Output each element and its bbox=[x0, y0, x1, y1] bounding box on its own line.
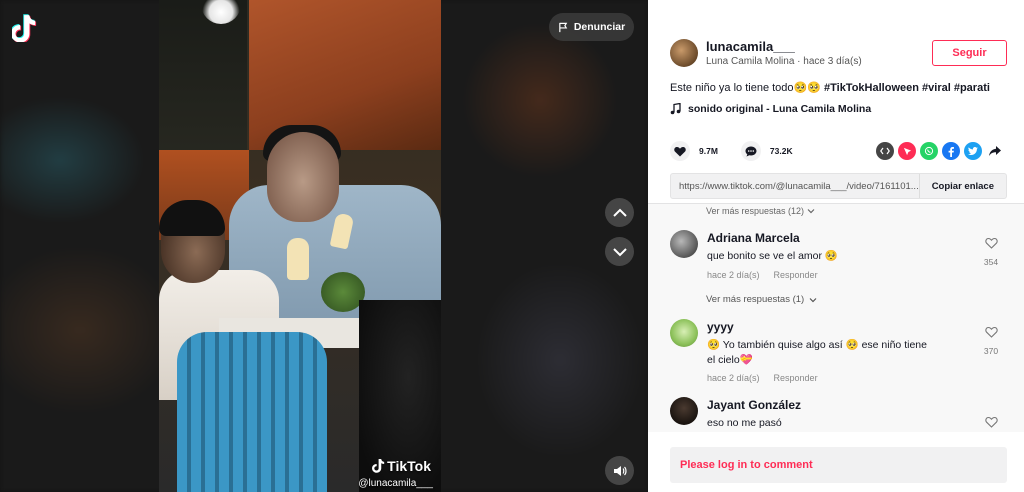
reply-button[interactable]: Responder bbox=[774, 373, 818, 383]
commenter-avatar[interactable] bbox=[670, 397, 698, 425]
more-replies-link[interactable]: Ver más respuestas (12) bbox=[706, 206, 815, 216]
comment-like-count: 370 bbox=[983, 346, 999, 356]
volume-button[interactable] bbox=[605, 456, 634, 485]
comment-item: yyyy 🥺 Yo también quise algo así 🥺 ese n… bbox=[670, 319, 1010, 389]
commenter-name[interactable]: Adriana Marcela bbox=[707, 231, 800, 245]
report-button-label: Denunciar bbox=[573, 21, 626, 33]
comment-item: Adriana Marcela que bonito se ve el amor… bbox=[670, 230, 1010, 290]
comment-date: hace 2 día(s) bbox=[707, 270, 760, 280]
commenter-avatar[interactable] bbox=[670, 319, 698, 347]
flag-icon bbox=[559, 22, 568, 32]
commenter-avatar[interactable] bbox=[670, 230, 698, 258]
commenter-name[interactable]: yyyy bbox=[707, 320, 734, 334]
facebook-icon[interactable] bbox=[942, 142, 960, 160]
video-caption: Este niño ya lo tiene todo🥺🥺 #TikTokHall… bbox=[670, 81, 990, 94]
video-watermark: TikTok bbox=[372, 458, 431, 474]
commenter-name[interactable]: Jayant González bbox=[707, 398, 801, 412]
post-date: hace 3 día(s) bbox=[803, 56, 862, 67]
hashtag-link[interactable]: #parati bbox=[954, 82, 990, 94]
heart-outline-icon bbox=[984, 326, 998, 338]
comment-bubble-icon bbox=[745, 146, 757, 156]
author-info[interactable]: lunacamila___ Luna Camila Molina · hace … bbox=[670, 39, 862, 67]
tiktok-watermark-icon bbox=[372, 459, 385, 473]
comment-text: que bonito se ve el amor 🥺 bbox=[707, 250, 838, 262]
speaker-icon bbox=[613, 465, 627, 476]
heart-outline-icon bbox=[984, 416, 998, 428]
login-to-comment-prompt[interactable]: Please log in to comment bbox=[670, 447, 1007, 483]
heart-outline-icon bbox=[984, 237, 998, 249]
comment-button[interactable] bbox=[740, 141, 761, 161]
send-icon[interactable] bbox=[898, 142, 916, 160]
caption-text: Este niño ya lo tiene todo🥺🥺 bbox=[670, 82, 821, 94]
chevron-down-icon bbox=[807, 209, 814, 214]
report-button[interactable]: Denunciar bbox=[549, 13, 634, 41]
twitter-icon[interactable] bbox=[964, 142, 982, 160]
video-scene-chair bbox=[177, 332, 327, 492]
comment-count: 73.2K bbox=[769, 146, 793, 156]
comment-meta: hace 2 día(s) Responder bbox=[707, 373, 818, 383]
chevron-up-icon bbox=[612, 208, 627, 217]
video-scene-man-face bbox=[267, 132, 339, 222]
follow-button[interactable]: Seguir bbox=[932, 40, 1007, 66]
comments-list[interactable]: Ver más respuestas (12) Adriana Marcela … bbox=[648, 203, 1024, 432]
comment-like-count: 354 bbox=[983, 257, 999, 267]
share-arrow-icon[interactable] bbox=[986, 142, 1004, 160]
like-count: 9.7M bbox=[699, 146, 718, 156]
author-display-name: Luna Camila Molina bbox=[706, 56, 795, 67]
chevron-down-icon bbox=[809, 297, 817, 302]
hashtag-link[interactable]: #viral bbox=[922, 82, 951, 94]
video-scene-ice-cream bbox=[287, 238, 309, 280]
heart-icon bbox=[674, 146, 686, 156]
video-url-field[interactable]: https://www.tiktok.com/@lunacamila___/vi… bbox=[671, 181, 919, 192]
comment-text: eso no me pasó bbox=[707, 417, 782, 429]
author-avatar[interactable] bbox=[670, 39, 698, 67]
whatsapp-icon[interactable] bbox=[920, 142, 938, 160]
previous-video-button[interactable] bbox=[605, 198, 634, 227]
video-watermark-text: TikTok bbox=[387, 458, 431, 474]
reply-button[interactable]: Responder bbox=[774, 270, 818, 280]
comment-like[interactable]: 354 bbox=[983, 236, 999, 267]
chevron-down-icon bbox=[612, 247, 627, 256]
video-frame[interactable]: TikTok @lunacamila___ bbox=[159, 0, 441, 492]
engagement-stats: 9.7M 73.2K bbox=[670, 141, 807, 161]
next-video-button[interactable] bbox=[605, 237, 634, 266]
video-link-box: https://www.tiktok.com/@lunacamila___/vi… bbox=[670, 173, 1007, 199]
hashtag-link[interactable]: #TikTokHalloween bbox=[824, 82, 919, 94]
video-details-panel: lunacamila___ Luna Camila Molina · hace … bbox=[648, 0, 1024, 492]
comment-like[interactable]: 370 bbox=[983, 325, 999, 356]
comment-meta: hace 2 día(s) Responder bbox=[707, 270, 818, 280]
comment-date: hace 2 día(s) bbox=[707, 373, 760, 383]
like-button[interactable] bbox=[670, 141, 690, 161]
more-replies-link[interactable]: Ver más respuestas (1) bbox=[706, 294, 817, 305]
sound-link[interactable]: sonido original - Luna Camila Molina bbox=[670, 103, 871, 115]
comment-like[interactable] bbox=[983, 415, 999, 432]
author-subtitle: Luna Camila Molina · hace 3 día(s) bbox=[706, 56, 862, 67]
comment-item: Jayant González eso no me pasó bbox=[670, 397, 1010, 432]
music-note-icon bbox=[670, 103, 681, 115]
share-icons-row bbox=[876, 142, 1004, 160]
comment-text: 🥺 Yo también quise algo así 🥺 ese niño t… bbox=[707, 339, 927, 366]
more-replies-label: Ver más respuestas (1) bbox=[706, 294, 805, 305]
more-replies-label: Ver más respuestas (12) bbox=[706, 206, 805, 216]
sound-title: sonido original - Luna Camila Molina bbox=[688, 103, 872, 115]
author-username[interactable]: lunacamila___ bbox=[706, 39, 862, 54]
embed-icon[interactable] bbox=[876, 142, 894, 160]
copy-link-button[interactable]: Copiar enlace bbox=[918, 174, 1006, 198]
video-watermark-username: @lunacamila___ bbox=[358, 478, 433, 489]
video-player[interactable]: TikTok @lunacamila___ Denunciar bbox=[0, 0, 648, 492]
tiktok-logo-icon[interactable] bbox=[10, 14, 38, 44]
